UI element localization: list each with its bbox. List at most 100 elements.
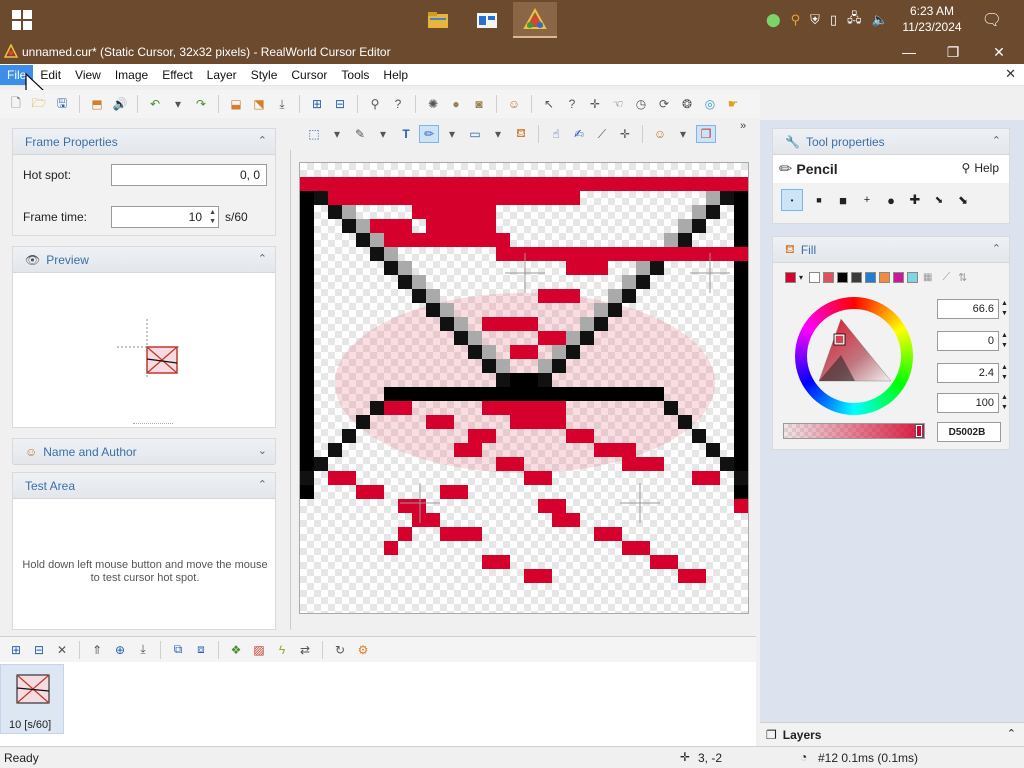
text-tool-icon[interactable]: T [396, 125, 416, 143]
opacity-input[interactable]: 100 [937, 393, 999, 413]
name-author-header[interactable]: ☺ Name and Author ⌄ [13, 439, 275, 465]
select-rect-icon[interactable]: ⬚ [304, 125, 324, 143]
menu-close-button[interactable]: ✕ [1005, 66, 1016, 82]
palette-swatch[interactable] [823, 272, 835, 283]
person-tool-icon[interactable]: ☺ [650, 125, 670, 143]
brush-size-4[interactable]: + [859, 194, 875, 206]
pencil-tool-icon[interactable]: ✏ [419, 125, 439, 143]
hotspot-tool-icon[interactable]: ✛ [615, 125, 635, 143]
brush-size-7[interactable]: ⬊ [931, 195, 947, 206]
brush-size-1[interactable]: • [781, 189, 803, 211]
tool-help-button[interactable]: ⚲ Help [962, 161, 999, 175]
clock[interactable]: 6:23 AM 11/23/2024 [902, 3, 962, 35]
expand-icon[interactable]: ⌄ [258, 444, 267, 457]
menu-image[interactable]: Image [108, 65, 155, 85]
transparent-swatch-icon[interactable]: ▦ [923, 272, 932, 283]
insert-frame-icon[interactable]: ⊕ [110, 641, 130, 659]
hue-input[interactable]: 66.6 [937, 299, 999, 319]
alpha-slider[interactable] [783, 423, 925, 439]
paste-icon[interactable]: ⤓ [272, 95, 292, 113]
palette-swatch[interactable] [837, 272, 849, 283]
current-color-swatch[interactable] [785, 272, 796, 283]
layers-panel-header[interactable]: ❐ Layers ⌃ [760, 722, 1024, 746]
palette-swatch[interactable] [809, 272, 821, 283]
user-icon[interactable]: ☺ [504, 95, 524, 113]
menu-tools[interactable]: Tools [334, 65, 376, 85]
spin-buttons-icon[interactable]: ▲ ▼ [1001, 299, 1008, 319]
shape-dropdown-icon[interactable]: ▾ [488, 125, 508, 143]
hotspot-input[interactable]: 0, 0 [111, 164, 267, 186]
undo-dropdown-icon[interactable]: ▾ [168, 95, 188, 113]
zoom-help-icon[interactable]: ? [388, 95, 408, 113]
tool-properties-header[interactable]: 🔧 Tool properties ⌃ [773, 129, 1009, 155]
spin-buttons-icon[interactable]: ▲ ▼ [209, 208, 216, 226]
eyedropper-icon[interactable]: ⟋ [942, 271, 950, 284]
palette-swatch[interactable] [907, 272, 919, 283]
swap-colors-icon[interactable]: ⇅ [958, 271, 967, 284]
cursor-cross-icon[interactable]: ✛ [585, 95, 605, 113]
lightness-input[interactable]: 2.4 [937, 363, 999, 383]
shape-tool-icon[interactable]: ▭ [465, 125, 485, 143]
collapse-icon[interactable]: ⌃ [992, 134, 1001, 147]
fill-bucket-icon[interactable]: ⛾ [511, 125, 531, 143]
brush-size-5[interactable]: ● [883, 193, 899, 208]
palette-swatch[interactable] [851, 272, 863, 283]
shield-icon[interactable]: ⛨ [810, 12, 820, 28]
cursor-link-icon[interactable]: ☛ [723, 95, 743, 113]
select-dropdown-icon[interactable]: ▾ [327, 125, 347, 143]
frame-remove-icon[interactable]: ▨ [249, 641, 269, 659]
duplicate-frame-icon[interactable]: ⊟ [29, 641, 49, 659]
volume-icon[interactable]: 🔈 [872, 12, 888, 28]
saturation-input[interactable]: 0 [937, 331, 999, 351]
save-icon[interactable]: 🖫 [52, 95, 72, 113]
network-icon[interactable]: 🖧 [847, 9, 862, 31]
notification-icon[interactable]: 🗨 [982, 10, 1002, 30]
sound-icon[interactable]: 🔊 [110, 95, 130, 113]
crop-icon[interactable]: ⊟ [330, 95, 350, 113]
cursor-arrow-icon[interactable]: ↖ [539, 95, 559, 113]
frame-settings-icon[interactable]: ⚙ [353, 641, 373, 659]
collapse-icon[interactable]: ⌃ [258, 134, 267, 147]
spin-buttons-icon[interactable]: ▲ ▼ [1001, 393, 1008, 413]
collapse-icon[interactable]: ⌃ [992, 242, 1001, 255]
file-explorer-icon[interactable] [416, 2, 460, 38]
cursor-hand-icon[interactable]: ☜ [608, 95, 628, 113]
hex-color-input[interactable]: D5002B [937, 422, 1001, 442]
minimize-button[interactable]: — [886, 40, 932, 64]
brush-dropdown-icon[interactable]: ▾ [373, 125, 393, 143]
color-triangle[interactable] [815, 315, 895, 385]
test-area-header[interactable]: Test Area ⌃ [13, 473, 275, 499]
eyedropper-icon[interactable]: ⟋ [592, 125, 612, 143]
new-file-icon[interactable]: 🗋 [6, 95, 26, 113]
frame-swap-icon[interactable]: ⇄ [295, 641, 315, 659]
cursor-busy-icon[interactable]: ◷ [631, 95, 651, 113]
cut-icon[interactable]: ⬓ [226, 95, 246, 113]
resize-icon[interactable]: ⊞ [307, 95, 327, 113]
alpha-slider-thumb[interactable] [915, 424, 923, 438]
frame-properties-header[interactable]: Frame Properties ⌃ [13, 129, 275, 155]
windows-start-icon[interactable] [12, 10, 32, 30]
open-file-icon[interactable]: 🗁 [29, 95, 49, 113]
copy-icon[interactable]: ⬔ [249, 95, 269, 113]
color-wheel[interactable] [795, 297, 913, 415]
frame-effects-icon[interactable]: ❖ [226, 641, 246, 659]
cursor-ring-icon[interactable]: ◎ [700, 95, 720, 113]
undo-icon[interactable]: ↶ [145, 95, 165, 113]
usb-icon[interactable]: ▯ [830, 12, 837, 28]
menu-style[interactable]: Style [244, 65, 285, 85]
layers-tool-icon[interactable]: ❐ [696, 125, 716, 143]
frame-copy-icon[interactable]: ⧉ [168, 641, 188, 659]
fill-header[interactable]: ⛾ Fill ⌃ [773, 237, 1009, 263]
menu-help[interactable]: Help [376, 65, 415, 85]
palette-swatch[interactable] [865, 272, 877, 283]
cursor-wait-icon[interactable]: ⟳ [654, 95, 674, 113]
add-frame-icon[interactable]: ⊞ [6, 641, 26, 659]
brush-size-8[interactable]: ⬊ [955, 193, 971, 207]
resize-grip[interactable] [133, 423, 173, 425]
frame-lightning-icon[interactable]: ϟ [272, 641, 292, 659]
cursor-editor-taskbar-icon[interactable] [513, 2, 557, 38]
frame-thumbnail[interactable]: 10 [s/60] [0, 664, 64, 734]
frametime-input[interactable]: 10 ▲ ▼ [111, 206, 219, 228]
brush-size-6[interactable]: ✚ [907, 192, 923, 208]
person-dropdown-icon[interactable]: ▾ [673, 125, 693, 143]
